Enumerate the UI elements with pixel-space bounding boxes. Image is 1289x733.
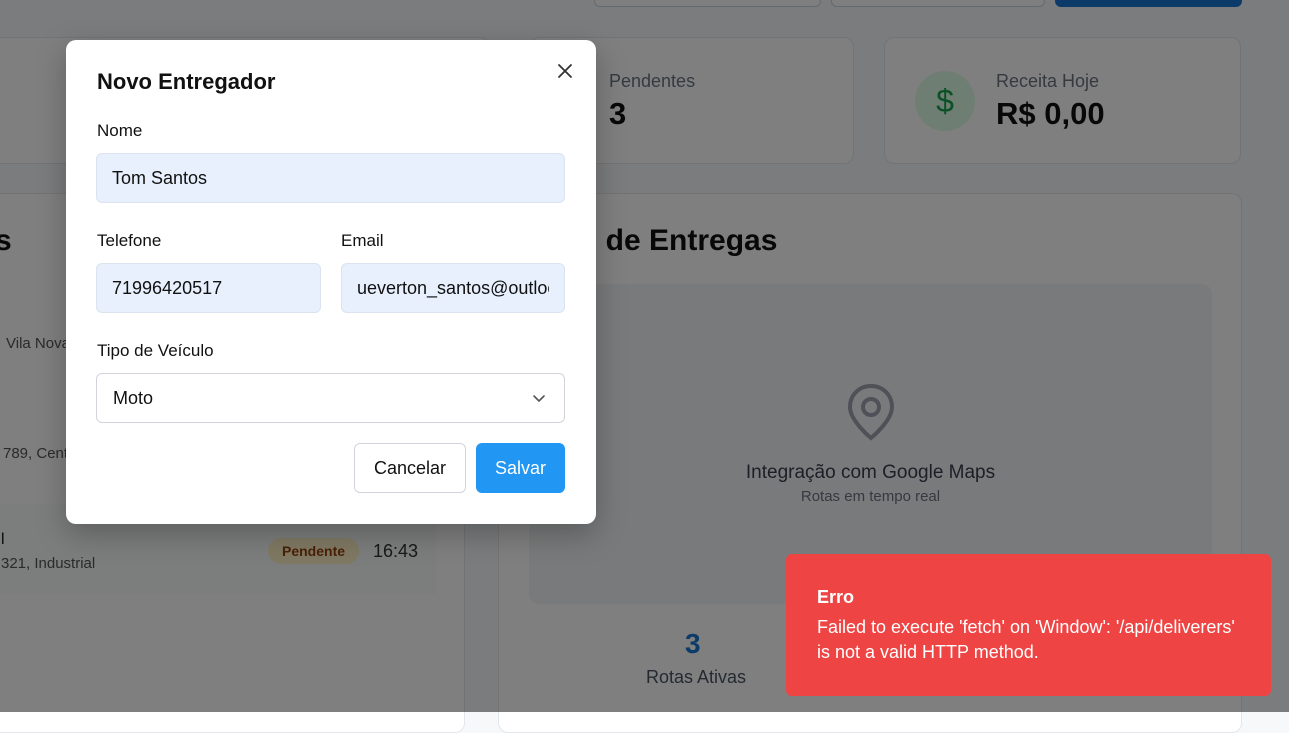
- close-button[interactable]: [554, 60, 576, 82]
- toast-message: Failed to execute 'fetch' on 'Window': '…: [817, 617, 1235, 662]
- name-label: Nome: [97, 121, 143, 140]
- email-field[interactable]: [341, 263, 565, 313]
- vehicle-label: Tipo de Veículo: [97, 341, 214, 360]
- save-button[interactable]: Salvar: [476, 443, 565, 493]
- name-field[interactable]: [96, 153, 565, 203]
- toast-title: Erro: [817, 587, 855, 607]
- cancel-button[interactable]: Cancelar: [354, 443, 466, 493]
- modal-title: Novo Entregador: [97, 69, 276, 94]
- close-icon: [558, 64, 572, 78]
- email-label: Email: [341, 231, 384, 250]
- new-deliverer-modal: Novo Entregador Nome Telefone Email Tipo…: [66, 40, 596, 524]
- phone-field[interactable]: [96, 263, 321, 313]
- phone-label: Telefone: [97, 231, 162, 250]
- vehicle-select-value: Moto: [113, 388, 154, 408]
- chevron-down-icon: [533, 395, 545, 402]
- error-toast[interactable]: Erro Failed to execute 'fetch' on 'Windo…: [786, 554, 1271, 696]
- vehicle-select[interactable]: Moto: [96, 373, 565, 423]
